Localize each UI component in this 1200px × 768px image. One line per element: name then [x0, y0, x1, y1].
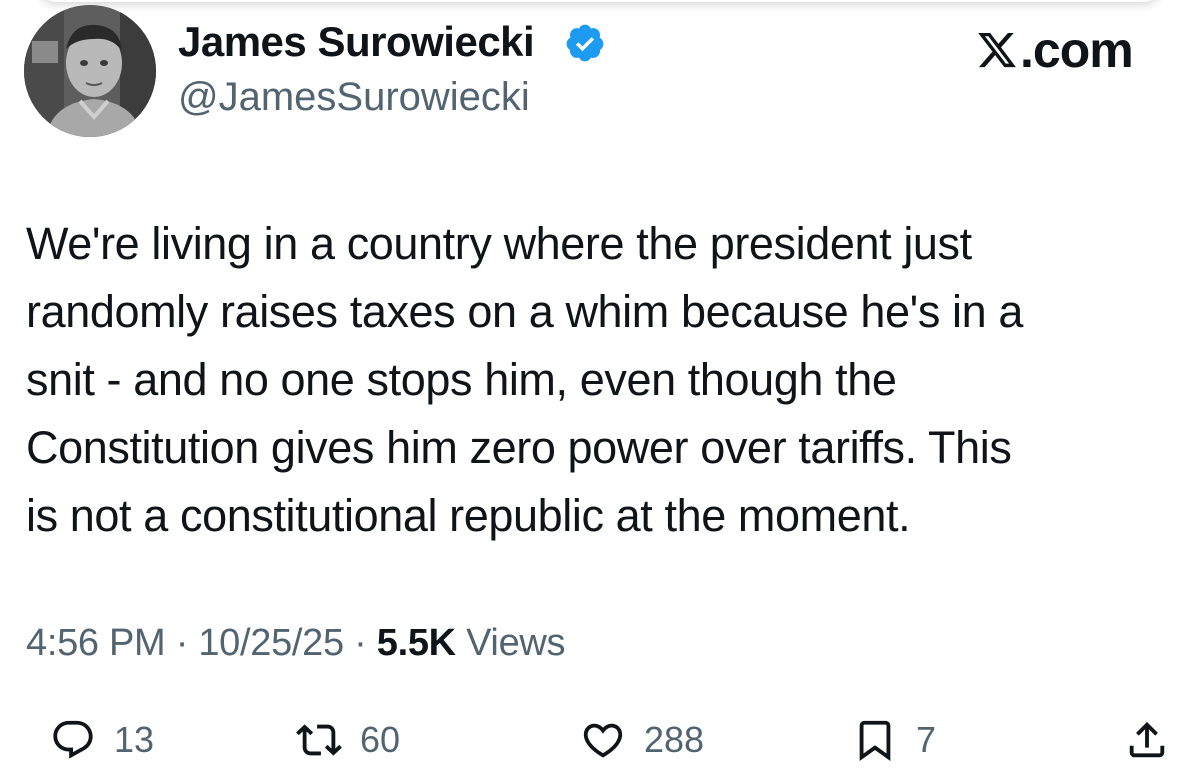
tweet-text: We're living in a country where the pres…: [26, 210, 1176, 550]
share-button[interactable]: [1124, 712, 1170, 768]
tweet-text-line: randomly raises taxes on a whim because …: [26, 286, 1024, 337]
tweet-screenshot: James Surowiecki @JamesSurowiecki .com W…: [0, 0, 1200, 768]
tweet-text-line: snit - and no one stops him, even though…: [26, 354, 897, 405]
tweet-text-line: Constitution gives him zero power over t…: [26, 422, 1012, 473]
bookmark-icon: [859, 720, 891, 761]
views-label: Views: [466, 622, 566, 664]
repost-icon: [296, 724, 342, 756]
share-icon: [1129, 721, 1165, 758]
bookmark-button[interactable]: 7: [852, 712, 936, 768]
avatar-photo: [24, 5, 156, 137]
tweet-meta: 4:56 PM · 10/25/25 · 5.5K Views: [26, 622, 566, 665]
repost-count: 60: [360, 719, 401, 760]
reply-count: 13: [114, 719, 155, 760]
reply-button[interactable]: 13: [50, 712, 154, 768]
views-count: 5.5K: [376, 622, 456, 664]
heart-icon: [583, 723, 623, 758]
x-com-suffix: .com: [1020, 22, 1134, 78]
action-bar: 13 60 288 7: [0, 712, 1200, 768]
tweet-text-line: We're living in a country where the pres…: [26, 218, 972, 269]
author-name[interactable]: James Surowiecki: [178, 18, 535, 66]
author-handle[interactable]: @JamesSurowiecki: [178, 75, 530, 120]
x-com-logo: .com: [976, 22, 1134, 78]
top-edge-shadow: [40, 0, 1160, 2]
tweet-time[interactable]: 4:56 PM: [26, 622, 166, 664]
like-button[interactable]: 288: [580, 712, 704, 768]
meta-separator: ·: [175, 622, 189, 664]
meta-separator: ·: [354, 622, 367, 664]
like-count: 288: [644, 719, 705, 760]
tweet-text-line: is not a constitutional republic at the …: [26, 490, 911, 541]
avatar[interactable]: [24, 5, 156, 137]
repost-button[interactable]: 60: [296, 712, 400, 768]
bookmark-count: 7: [916, 719, 937, 760]
tweet-date[interactable]: 10/25/25: [198, 622, 344, 664]
reply-bubble-icon: [53, 720, 93, 759]
verified-badge-icon: [566, 24, 604, 62]
x-logo-icon: [978, 32, 1016, 68]
